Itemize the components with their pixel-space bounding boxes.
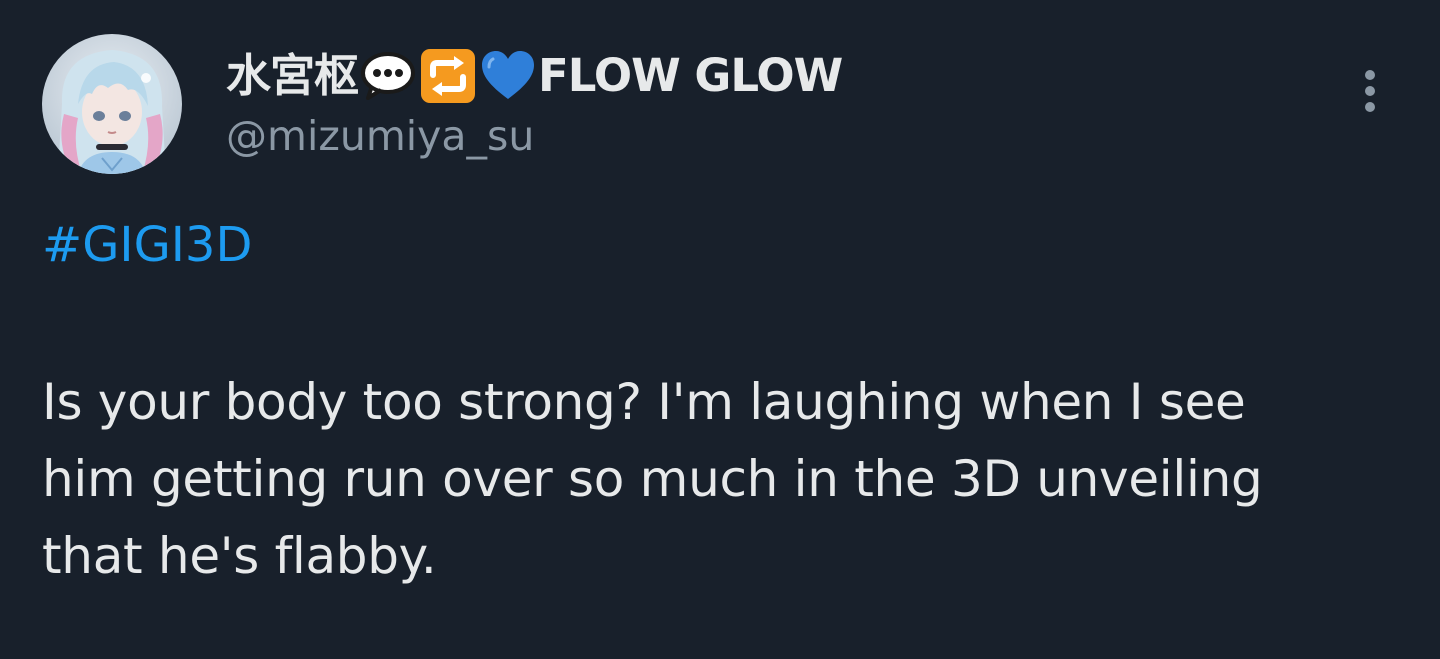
vertical-ellipsis-icon [1365, 70, 1375, 112]
display-name-row[interactable]: 水宮枢 FLOW GLOW [226, 44, 843, 108]
tweet-text: Is your body too strong? I'm laughing wh… [42, 373, 1263, 585]
repeat-button-emoji-icon [419, 47, 477, 105]
display-name[interactable]: 水宮枢 [226, 44, 359, 108]
display-name-suffix[interactable]: FLOW GLOW [538, 44, 843, 108]
more-options-button[interactable] [1345, 66, 1395, 116]
tweet-header: 水宮枢 FLOW GLOW @mizumiya_su [226, 44, 843, 162]
author-handle[interactable]: @mizumiya_su [226, 110, 842, 162]
tweet-card: 水宮枢 FLOW GLOW @mizumiya_su #GIGI3D Is yo… [0, 0, 1440, 659]
blue-heart-emoji-icon [479, 47, 537, 105]
hashtag-link[interactable]: #GIGI3D [42, 212, 252, 278]
anime-character-avatar-icon [42, 34, 182, 174]
author-avatar[interactable] [42, 34, 182, 174]
speech-balloon-emoji-icon [359, 47, 417, 105]
